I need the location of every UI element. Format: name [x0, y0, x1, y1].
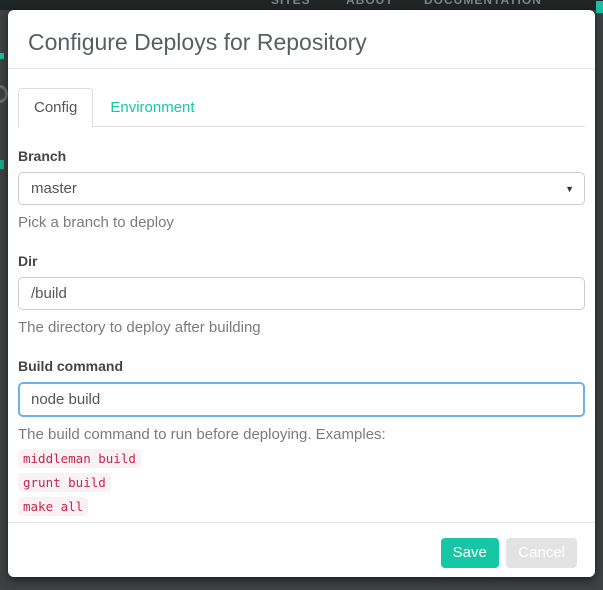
branch-select-value: master — [31, 180, 77, 197]
navbar-item-about: ABOUT — [346, 0, 394, 7]
branch-help-text: Pick a branch to deploy — [18, 214, 174, 231]
example-command-grunt: grunt build — [18, 473, 111, 492]
branch-label: Branch — [18, 148, 67, 164]
branch-field-group: Branch master ▼ Pick a branch to deploy — [18, 148, 585, 232]
tab-bar: Config Environment — [18, 88, 585, 128]
modal-header: Configure Deploys for Repository — [8, 10, 595, 69]
branch-select[interactable]: master ▼ — [18, 172, 585, 205]
background-navbar: SITES ABOUT DOCUMENTATION — [0, 0, 603, 10]
example-command-line: middleman build — [18, 449, 585, 468]
build-command-label: Build command — [18, 358, 124, 374]
navbar-item-sites: SITES — [271, 0, 311, 7]
build-command-field-group: Build command The build command to run b… — [18, 358, 585, 516]
background-fragment — [0, 85, 8, 103]
dir-label: Dir — [18, 253, 38, 269]
background-fragment — [0, 53, 4, 59]
configure-deploys-modal: Configure Deploys for Repository Config E… — [8, 10, 595, 577]
tab-config[interactable]: Config — [18, 88, 94, 128]
example-command-middleman: middleman build — [18, 449, 141, 468]
example-command-line: make all — [18, 497, 585, 516]
dir-input[interactable] — [18, 277, 585, 310]
tab-environment[interactable]: Environment — [93, 89, 211, 127]
build-command-input[interactable] — [18, 382, 585, 417]
dir-help-text: The directory to deploy after building — [18, 319, 261, 336]
dir-field-group: Dir The directory to deploy after buildi… — [18, 253, 585, 337]
cancel-button[interactable]: Cancel — [506, 538, 577, 568]
modal-body: Config Environment Branch master ▼ Pick a… — [8, 69, 595, 522]
caret-down-icon: ▼ — [565, 183, 574, 194]
navbar-item-documentation: DOCUMENTATION — [424, 0, 542, 7]
build-command-help-text: The build command to run before deployin… — [18, 426, 386, 443]
save-button[interactable]: Save — [440, 538, 499, 568]
background-fragment — [0, 160, 4, 169]
example-command-line: grunt build — [18, 473, 585, 492]
modal-title: Configure Deploys for Repository — [28, 29, 367, 55]
example-command-make: make all — [18, 497, 89, 516]
background-fragment — [596, 1, 603, 13]
modal-footer: Save Cancel — [8, 522, 595, 577]
